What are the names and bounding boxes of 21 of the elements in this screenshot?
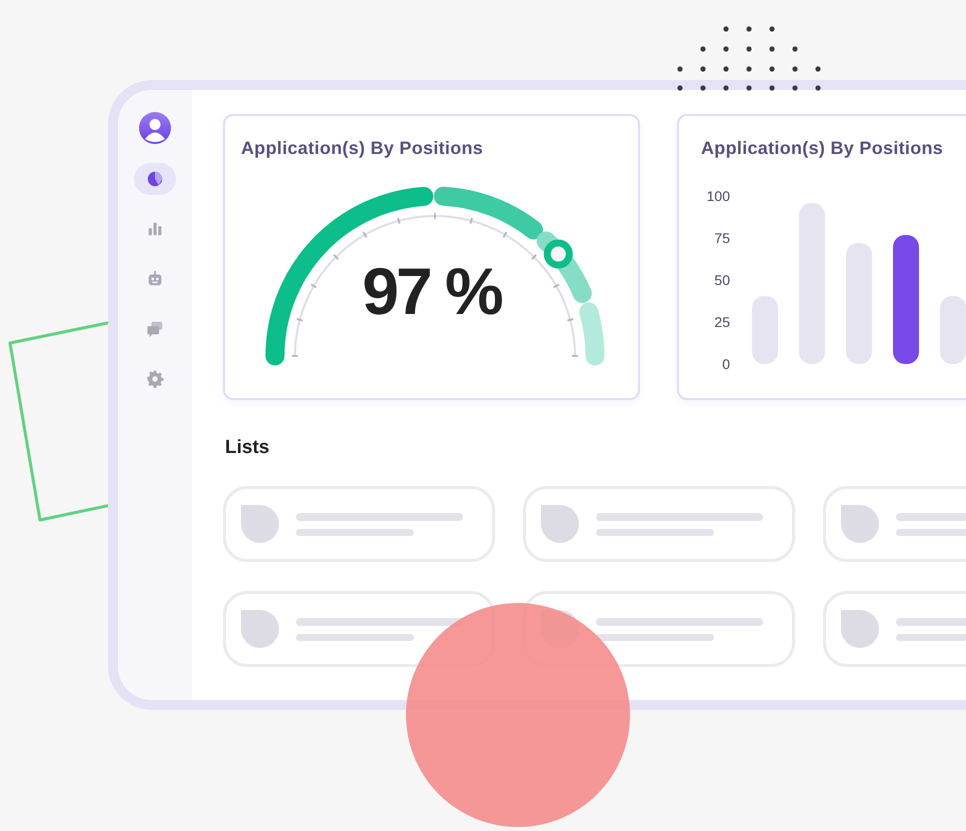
card-title: Application(s) By Positions <box>701 137 944 160</box>
axis-label: 75 <box>714 230 730 246</box>
chat-icon <box>146 320 164 338</box>
card-title: Application(s) By Positions <box>241 137 484 160</box>
gauge-value: 97 % <box>361 258 502 324</box>
robot-icon <box>146 270 164 288</box>
placeholder-icon <box>541 505 579 543</box>
axis-label: 100 <box>706 188 730 204</box>
sidebar-item[interactable] <box>134 163 176 195</box>
axis-label: 25 <box>714 314 730 330</box>
section-title: Lists <box>225 436 270 460</box>
placeholder-icon <box>241 505 279 543</box>
axis-label: 0 <box>722 356 730 372</box>
bar-chart-icon <box>146 220 164 238</box>
pie-chart-icon <box>146 170 164 188</box>
avatar-icon <box>139 112 171 144</box>
gear-icon <box>146 370 164 388</box>
placeholder-icon <box>241 610 279 648</box>
placeholder-icon <box>841 610 879 648</box>
placeholder-icon <box>841 505 879 543</box>
axis-label: 50 <box>714 272 730 288</box>
